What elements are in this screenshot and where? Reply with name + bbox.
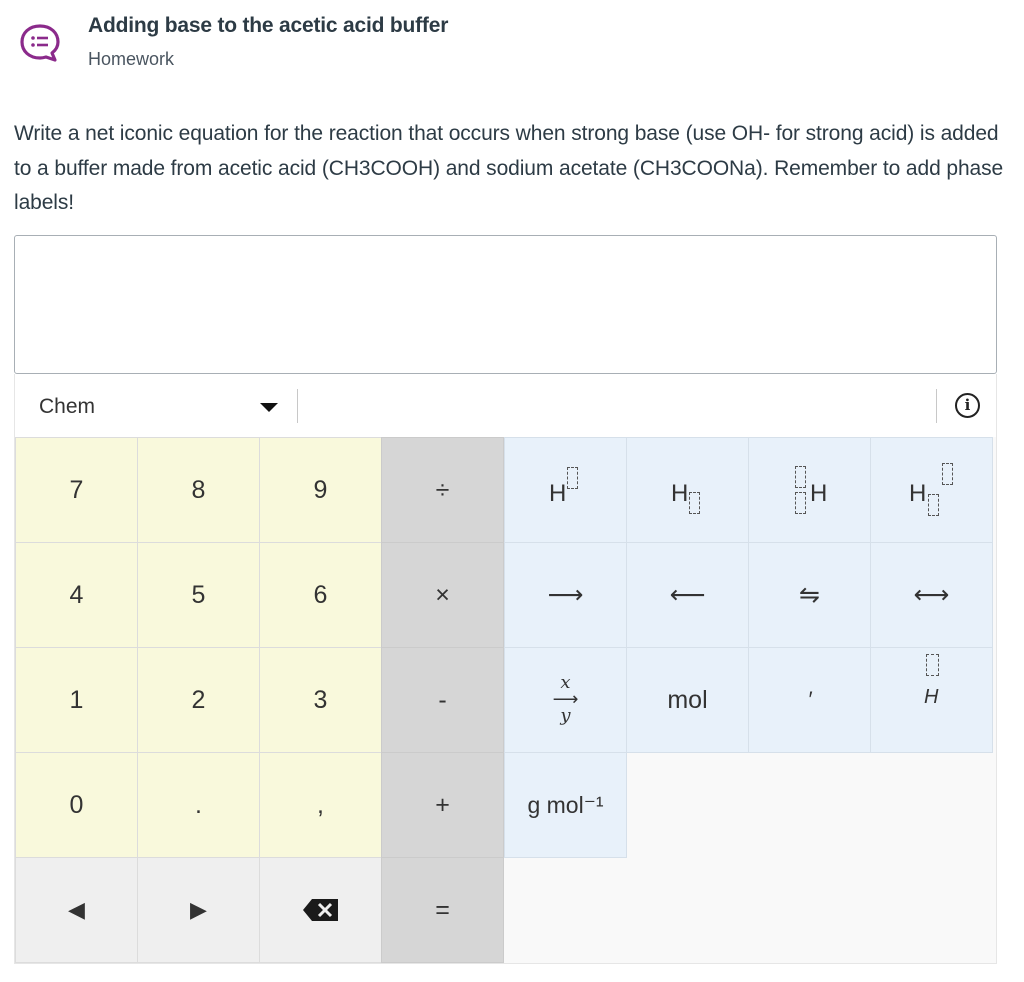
key-label: H [671, 480, 689, 507]
toolbar-divider [297, 389, 298, 423]
key-superscript[interactable]: H [504, 437, 627, 543]
info-icon[interactable]: i [955, 393, 980, 418]
key-equals[interactable]: = [381, 857, 504, 963]
key-prescript[interactable]: H [748, 437, 871, 543]
key-label: 4 [69, 580, 84, 609]
key-plus[interactable]: + [381, 752, 504, 858]
key-label: + [435, 790, 450, 819]
placeholder-box [567, 467, 578, 489]
key-label: H [549, 480, 567, 507]
key-cursor-left[interactable]: ◀ [15, 857, 138, 963]
question-text: Write a net iconic equation for the reac… [14, 122, 1004, 214]
key-0[interactable]: 0 [15, 752, 138, 858]
key-label: 3 [313, 685, 328, 714]
key-label: 6 [313, 580, 328, 609]
key-label: mol [667, 685, 708, 714]
key-label: 7 [69, 475, 84, 504]
mode-dropdown[interactable]: Chem [15, 374, 297, 437]
key-label: y [560, 705, 571, 726]
placeholder-box [689, 492, 700, 514]
key-label: g mol⁻¹ [527, 791, 604, 818]
key-sub-superscript[interactable]: H [870, 437, 993, 543]
key-g-mol[interactable]: g mol⁻¹ [504, 752, 627, 858]
caret-down-icon [260, 403, 278, 412]
key-divide[interactable]: ÷ [381, 437, 504, 543]
key-8[interactable]: 8 [137, 437, 260, 543]
key-mol[interactable]: mol [626, 647, 749, 753]
key-enthalpy[interactable]: H [870, 647, 993, 753]
key-label: - [438, 685, 447, 714]
equilibrium-arrow-icon: ⇋ [799, 581, 820, 609]
placeholder-box [926, 654, 939, 676]
arrow-right-icon: ▶ [190, 897, 207, 922]
key-3[interactable]: 3 [259, 647, 382, 753]
key-decimal[interactable]: . [137, 752, 260, 858]
key-label: = [435, 895, 450, 924]
key-label: 0 [69, 790, 84, 819]
key-label: × [435, 580, 450, 609]
double-arrow-icon: ⟷ [913, 581, 950, 609]
key-4[interactable]: 4 [15, 542, 138, 648]
key-subscript[interactable]: H [626, 437, 749, 543]
arrow-right-icon: ⟶ [547, 581, 584, 609]
key-label: 1 [69, 685, 84, 714]
mode-dropdown-label: Chem [39, 395, 96, 418]
key-1[interactable]: 1 [15, 647, 138, 753]
key-7[interactable]: 7 [15, 437, 138, 543]
key-multiply[interactable]: × [381, 542, 504, 648]
key-arrow-right[interactable]: ⟶ [504, 542, 627, 648]
key-label: H [810, 480, 828, 507]
header: Adding base to the acetic acid buffer Ho… [0, 0, 1024, 90]
key-label: , [317, 790, 324, 819]
toolbar-divider [936, 389, 937, 423]
arrow-left-icon: ⟵ [669, 581, 706, 609]
key-resonance[interactable]: ⟷ [870, 542, 993, 648]
key-2[interactable]: 2 [137, 647, 260, 753]
key-label: ÷ [435, 475, 450, 504]
key-label: 2 [191, 685, 206, 714]
key-backspace[interactable] [259, 857, 382, 963]
key-prime[interactable]: ′ [748, 647, 871, 753]
keypad-toolbar: Chem i [14, 374, 997, 437]
keypad: 7 8 9 ÷ H H H H 4 5 6 × ⟶ ⟵ ⇋ ⟷ 1 2 3 - … [14, 437, 997, 964]
key-comma[interactable]: , [259, 752, 382, 858]
key-label: ′ [807, 687, 812, 712]
key-label: 9 [313, 475, 328, 504]
chat-list-icon [20, 24, 60, 62]
placeholder-box [795, 492, 806, 514]
key-5[interactable]: 5 [137, 542, 260, 648]
key-minus[interactable]: - [381, 647, 504, 753]
key-cursor-right[interactable]: ▶ [137, 857, 260, 963]
assignment-title: Adding base to the acetic acid buffer [88, 14, 449, 37]
key-label: . [195, 790, 202, 819]
placeholder-box [928, 494, 939, 516]
key-9[interactable]: 9 [259, 437, 382, 543]
assignment-type: Homework [88, 49, 175, 69]
key-label: H [924, 686, 939, 708]
placeholder-box [942, 463, 953, 485]
placeholder-box [795, 466, 806, 488]
key-reaction-conditions[interactable]: x ⟶ y [504, 647, 627, 753]
key-label: 8 [191, 475, 206, 504]
backspace-icon [302, 899, 338, 921]
answer-input[interactable] [14, 235, 997, 374]
key-label: H [909, 480, 927, 507]
key-6[interactable]: 6 [259, 542, 382, 648]
key-label: 5 [191, 580, 206, 609]
key-arrow-left[interactable]: ⟵ [626, 542, 749, 648]
arrow-left-icon: ◀ [68, 897, 85, 922]
key-equilibrium[interactable]: ⇋ [748, 542, 871, 648]
